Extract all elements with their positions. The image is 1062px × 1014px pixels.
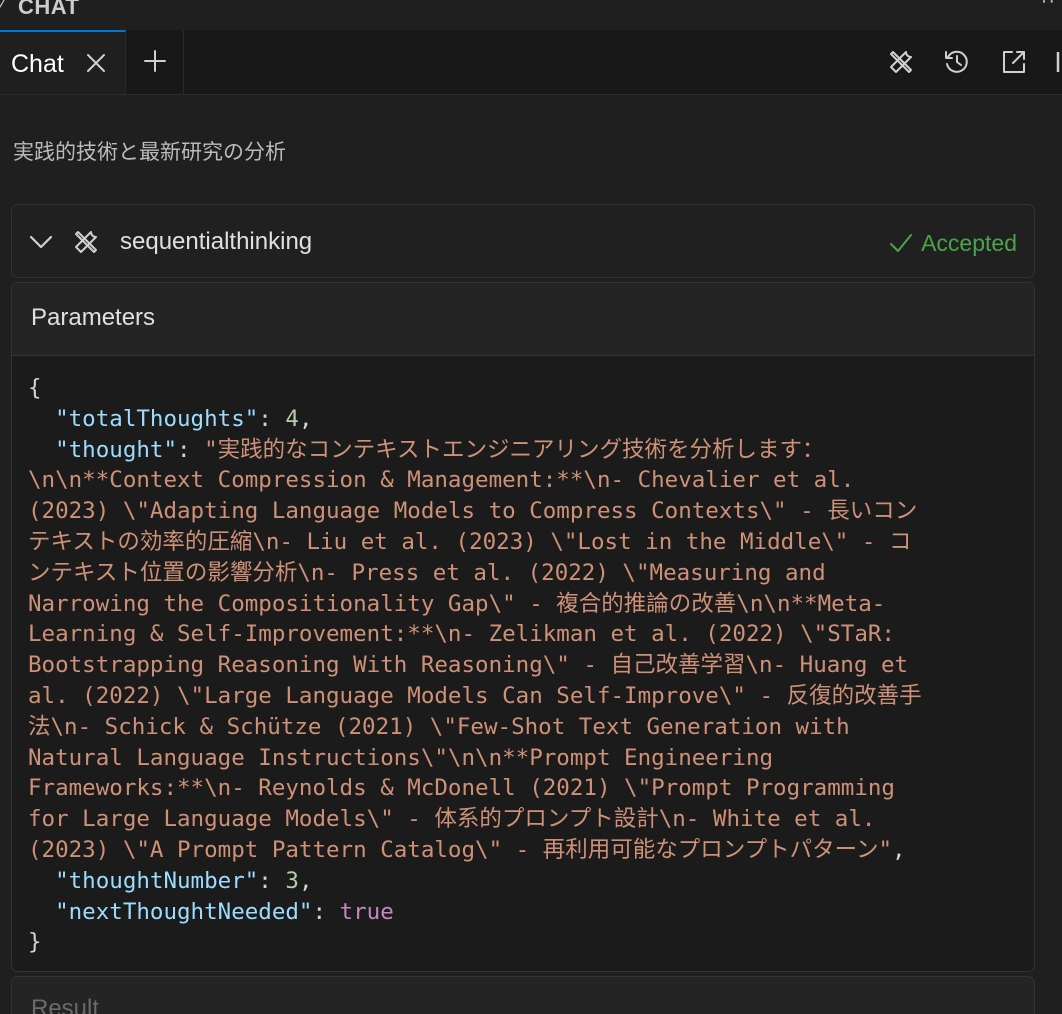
code-line: Learning & Self-Improvement:**\n- Zelikm… (28, 621, 895, 648)
code-line: "thought": "実践的なコンテキストエンジニアリング技術を分析します： (55, 436, 825, 463)
parameters-panel: Parameters { "totalThoughts": 4, "though… (11, 282, 1035, 972)
chat-panel: ⁄ CHAT ·· Chat 実践的技術と最新研究の分析 sequentialt… (0, 0, 1062, 1014)
close-icon[interactable] (84, 51, 108, 75)
new-chat-button[interactable] (127, 30, 184, 94)
tab-chat-label: Chat (11, 50, 64, 78)
code-line: \n\n**Context Compression & Management:*… (28, 467, 855, 494)
code-line: for Large Language Models\" - 体系的プロンプト設計… (28, 806, 876, 833)
code-line: テキストの効率的圧縮\n- Liu et al. (2023) \"Lost i… (28, 528, 912, 555)
open-in-editor-icon[interactable] (1000, 48, 1028, 76)
parameters-header: Parameters (12, 283, 1034, 356)
code-line: "nextThoughtNeeded": true (55, 898, 394, 925)
check-icon (890, 234, 913, 252)
tool-call-header[interactable]: sequentialthinking Accepted (11, 204, 1035, 278)
tab-chat[interactable]: Chat (0, 30, 126, 94)
conversation-subtitle: 実践的技術と最新研究の分析 (13, 141, 286, 164)
code-line: Bootstrapping Reasoning With Reasoning\"… (28, 652, 909, 679)
code-line: } (28, 929, 42, 956)
code-line: "thoughtNumber": 3, (55, 867, 313, 894)
parameters-json: { "totalThoughts": 4, "thought": "実践的なコン… (28, 373, 1018, 958)
code-line: (2023) \"Adapting Language Models to Com… (28, 498, 918, 525)
panel-header: ⁄ CHAT ·· (0, 0, 1062, 31)
chevron-down-icon[interactable] (28, 232, 54, 252)
result-panel[interactable]: Result (11, 976, 1035, 1014)
result-title: Result (31, 995, 100, 1014)
code-line: Natural Language Instructions\"\n\n**Pro… (28, 744, 774, 771)
status-badge: Accepted (889, 230, 1017, 257)
code-line: 法\n- Schick & Schütze (2021) \"Few-Shot … (28, 713, 850, 740)
more-actions-icon[interactable]: ·· (1041, 0, 1056, 13)
tools-icon[interactable] (887, 48, 915, 76)
code-line: { (28, 375, 42, 401)
code-line: (2023) \"A Prompt Pattern Catalog\" - 再利… (28, 836, 906, 863)
collapse-chevron-icon[interactable]: ⁄ (0, 0, 3, 17)
tools-icon (75, 231, 97, 253)
sidebar-toggle-icon[interactable] (1056, 48, 1062, 76)
panel-title: CHAT (18, 0, 80, 19)
code-line: Narrowing the Compositionality Gap\" - 複… (28, 590, 886, 617)
code-line: al. (2022) \"Large Language Models Can S… (28, 682, 922, 709)
status-text: Accepted (921, 230, 1017, 256)
tab-bar: Chat (0, 30, 1062, 95)
code-line: "totalThoughts": 4, (55, 405, 313, 432)
code-line: Frameworks:**\n- Reynolds & McDonell (20… (28, 775, 895, 802)
tool-name: sequentialthinking (120, 228, 313, 255)
code-line: ンテキスト位置の影響分析\n- Press et al. (2022) \"Me… (28, 559, 826, 586)
plus-icon (144, 50, 166, 72)
parameters-title: Parameters (31, 304, 156, 331)
history-icon[interactable] (943, 48, 971, 76)
